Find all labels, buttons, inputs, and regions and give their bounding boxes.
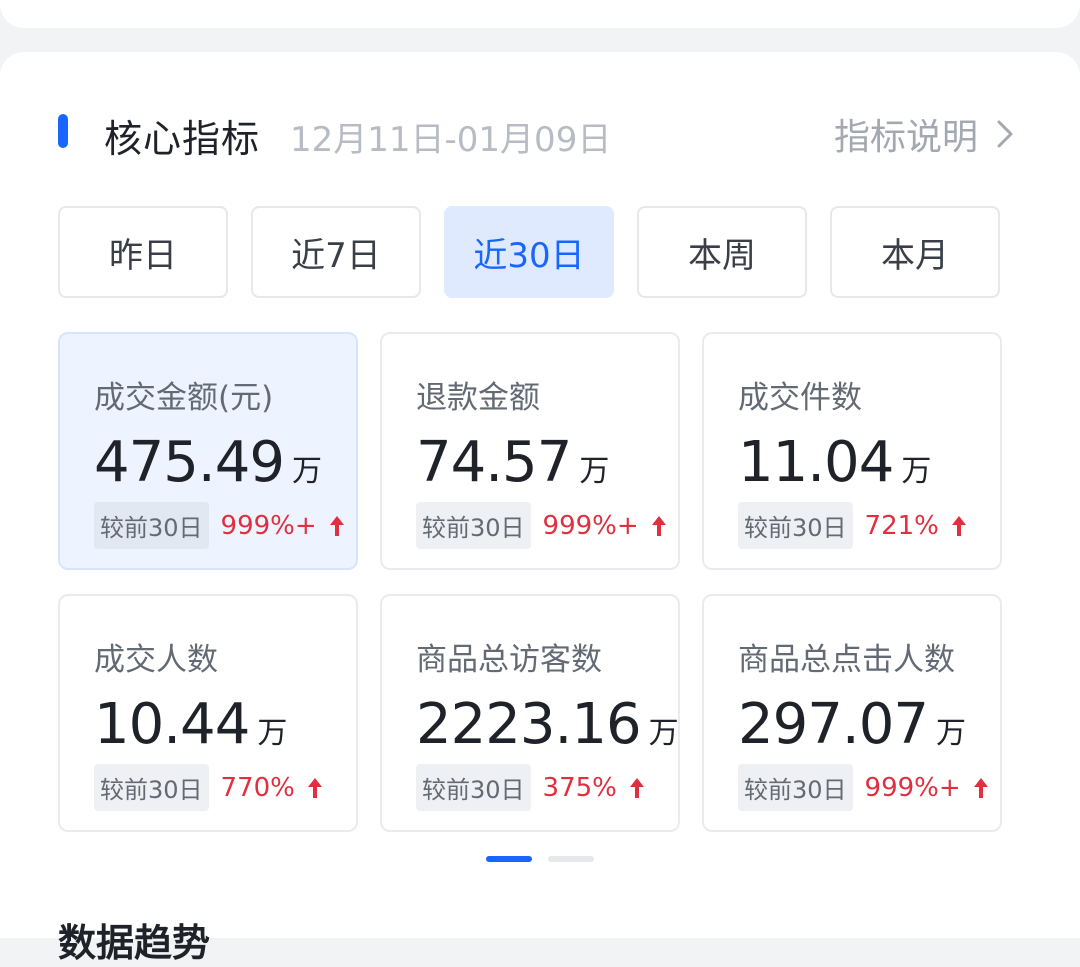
change-percent: 999%+ bbox=[864, 772, 961, 803]
metric-card-product-visitors[interactable]: 商品总访客数 2223.16 万 较前30日 375% bbox=[380, 594, 680, 832]
metric-comparison: 较前30日 999%+ bbox=[738, 764, 989, 811]
tab-last-30-days[interactable]: 近30日 bbox=[444, 206, 614, 298]
top-strip bbox=[0, 0, 1080, 50]
metric-comparison: 较前30日 770% bbox=[94, 764, 323, 811]
metric-value-group: 475.49 万 bbox=[94, 430, 322, 495]
tab-last-7-days[interactable]: 近7日 bbox=[251, 206, 421, 298]
date-range-label: 12月11日-01月09日 bbox=[290, 120, 612, 160]
metric-value-group: 74.57 万 bbox=[416, 430, 609, 495]
tab-this-month[interactable]: 本月 bbox=[830, 206, 1000, 298]
change-percent: 999%+ bbox=[542, 510, 639, 541]
metric-label: 商品总访客数 bbox=[416, 642, 602, 678]
metric-comparison: 较前30日 375% bbox=[416, 764, 645, 811]
metric-unit: 万 bbox=[935, 716, 966, 751]
chevron-right-icon bbox=[997, 120, 1013, 148]
metric-card-product-clickers[interactable]: 商品总点击人数 297.07 万 较前30日 999%+ bbox=[702, 594, 1002, 832]
page-dot-2[interactable] bbox=[548, 856, 594, 862]
metric-card-gmv[interactable]: 成交金额(元) 475.49 万 较前30日 999%+ bbox=[58, 332, 358, 570]
metric-value-group: 2223.16 万 bbox=[416, 692, 679, 757]
metric-label: 成交件数 bbox=[738, 380, 862, 416]
comparison-period-badge: 较前30日 bbox=[738, 502, 853, 549]
comparison-period-badge: 较前30日 bbox=[416, 764, 531, 811]
metric-unit: 万 bbox=[257, 716, 288, 751]
tab-yesterday[interactable]: 昨日 bbox=[58, 206, 228, 298]
comparison-period-badge: 较前30日 bbox=[738, 764, 853, 811]
tab-this-week[interactable]: 本周 bbox=[637, 206, 807, 298]
up-arrow-icon bbox=[651, 515, 666, 536]
metric-value: 2223.16 bbox=[416, 692, 642, 757]
change-percent: 375% bbox=[542, 772, 617, 803]
up-arrow-icon bbox=[329, 515, 344, 536]
up-arrow-icon bbox=[951, 515, 966, 536]
page-title: 核心指标 bbox=[104, 117, 261, 161]
metric-value-group: 297.07 万 bbox=[738, 692, 966, 757]
metric-value: 475.49 bbox=[94, 430, 285, 495]
metric-card-buyers[interactable]: 成交人数 10.44 万 较前30日 770% bbox=[58, 594, 358, 832]
metric-value: 11.04 bbox=[738, 430, 894, 495]
metric-explanation-link[interactable]: 指标说明 bbox=[834, 108, 1014, 160]
metric-explanation-label: 指标说明 bbox=[833, 117, 978, 158]
metric-value-group: 11.04 万 bbox=[738, 430, 931, 495]
metric-card-refund-amount[interactable]: 退款金额 74.57 万 较前30日 999%+ bbox=[380, 332, 680, 570]
metric-grid: 成交金额(元) 475.49 万 较前30日 999%+ 退款金额 74.57 … bbox=[58, 332, 1002, 832]
card-header: 核心指标 12月11日-01月09日 指标说明 bbox=[0, 78, 1080, 186]
metric-label: 退款金额 bbox=[416, 380, 540, 416]
comparison-period-badge: 较前30日 bbox=[416, 502, 531, 549]
comparison-period-badge: 较前30日 bbox=[94, 764, 209, 811]
comparison-period-badge: 较前30日 bbox=[94, 502, 209, 549]
change-percent: 999%+ bbox=[220, 510, 317, 541]
metric-label: 成交金额(元) bbox=[94, 380, 274, 416]
data-trend-heading: 数据趋势 bbox=[58, 921, 211, 965]
page-indicator bbox=[486, 856, 594, 862]
metric-value: 74.57 bbox=[416, 430, 572, 495]
metric-comparison: 较前30日 999%+ bbox=[416, 502, 667, 549]
title-accent-bar bbox=[58, 114, 68, 148]
change-percent: 721% bbox=[864, 510, 939, 541]
time-range-tabs: 昨日 近7日 近30日 本周 本月 bbox=[58, 206, 1002, 298]
metric-value: 297.07 bbox=[738, 692, 929, 757]
metric-unit: 万 bbox=[579, 454, 610, 489]
metric-card-items-sold[interactable]: 成交件数 11.04 万 较前30日 721% bbox=[702, 332, 1002, 570]
up-arrow-icon bbox=[629, 777, 644, 798]
metric-comparison: 较前30日 999%+ bbox=[94, 502, 345, 549]
metric-unit: 万 bbox=[648, 716, 679, 751]
metric-unit: 万 bbox=[901, 454, 932, 489]
metric-value-group: 10.44 万 bbox=[94, 692, 287, 757]
metric-unit: 万 bbox=[291, 454, 322, 489]
up-arrow-icon bbox=[307, 777, 322, 798]
metric-value: 10.44 bbox=[94, 692, 250, 757]
metric-label: 成交人数 bbox=[94, 642, 218, 678]
metric-comparison: 较前30日 721% bbox=[738, 502, 967, 549]
page-dot-1[interactable] bbox=[486, 856, 532, 862]
change-percent: 770% bbox=[220, 772, 295, 803]
metric-label: 商品总点击人数 bbox=[738, 642, 955, 678]
up-arrow-icon bbox=[973, 777, 988, 798]
previous-card-edge bbox=[0, 0, 1080, 28]
